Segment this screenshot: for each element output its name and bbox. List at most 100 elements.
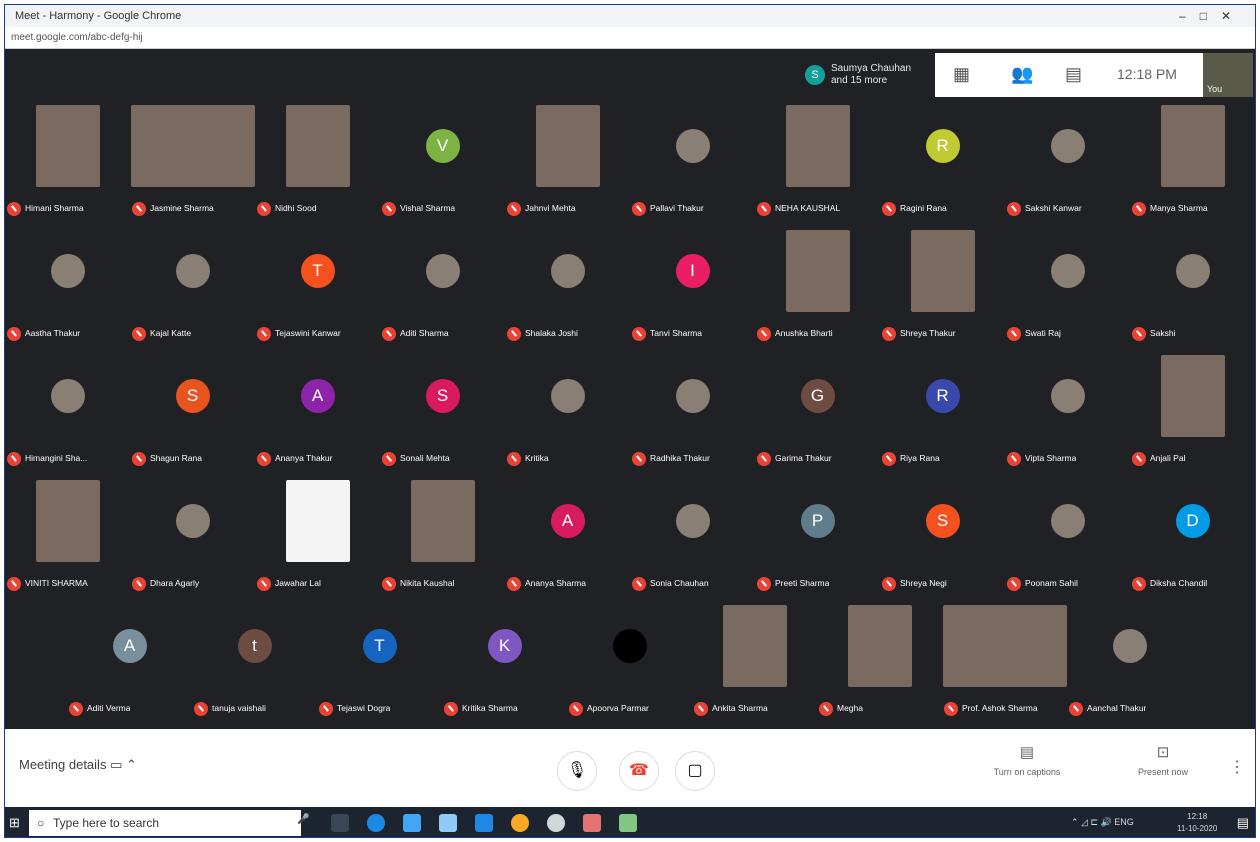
- task-view-icon[interactable]: [331, 814, 349, 832]
- taskbar-search[interactable]: ○ Type here to search: [29, 810, 301, 836]
- participant-tile[interactable]: t tanuja vaishali: [192, 601, 317, 726]
- participant-tile[interactable]: Prof. Ashok Sharma: [942, 601, 1067, 726]
- mail-icon[interactable]: [403, 814, 421, 832]
- participant-name-label: Garima Thakur: [775, 453, 832, 463]
- participant-tile[interactable]: Kajal Katte: [130, 226, 255, 351]
- participant-tile[interactable]: Nidhi Sood: [255, 101, 380, 226]
- mic-muted-icon: [882, 576, 896, 591]
- participant-tile[interactable]: Pallavi Thakur: [630, 101, 755, 226]
- windows-start-icon[interactable]: ⊞: [9, 815, 20, 831]
- microphone-button[interactable]: 🎙: [557, 751, 597, 791]
- participant-name: Tanvi Sharma: [632, 325, 702, 341]
- participant-tile[interactable]: Ankita Sharma: [692, 601, 817, 726]
- participant-tile[interactable]: Poonam Sahil: [1005, 476, 1130, 601]
- present-now-button[interactable]: ⊡ Present now: [1123, 743, 1203, 777]
- participant-tile[interactable]: Anjali Pal: [1130, 351, 1255, 476]
- participant-name: Riya Rana: [882, 450, 940, 466]
- grid-layout-icon[interactable]: ▦: [953, 64, 970, 85]
- participant-tile[interactable]: Shalaka Joshi: [505, 226, 630, 351]
- participant-tile[interactable]: Aditi Sharma: [380, 226, 505, 351]
- participant-tile[interactable]: Apoorva Parmar: [567, 601, 692, 726]
- clock-date: 11-10-2020: [1177, 824, 1218, 833]
- edge-browser-icon[interactable]: [367, 814, 385, 832]
- address-bar[interactable]: meet.google.com/abc-defg-hij: [5, 27, 1255, 49]
- camera-button[interactable]: ▢: [675, 751, 715, 791]
- meeting-details-button[interactable]: Meeting details ▭ ⌃: [19, 757, 137, 773]
- system-tray[interactable]: ⌃ ◿ ⊏ 🔊 ENG: [1071, 817, 1134, 828]
- leave-call-button[interactable]: ☎: [619, 751, 659, 791]
- participant-name-label: Apoorva Parmar: [587, 703, 649, 713]
- participant-tile[interactable]: Sakshi Kanwar: [1005, 101, 1130, 226]
- participant-tile[interactable]: Megha: [817, 601, 942, 726]
- participant-tile[interactable]: S Shreya Negi: [880, 476, 1005, 601]
- participant-tile[interactable]: Radhika Thakur: [630, 351, 755, 476]
- participant-name: Jahnvi Mehta: [507, 200, 576, 216]
- participant-tile[interactable]: Jasmine Sharma: [130, 101, 255, 226]
- participant-tile[interactable]: G Garima Thakur: [755, 351, 880, 476]
- participant-tile[interactable]: D Diksha Chandil: [1130, 476, 1255, 601]
- participants-summary[interactable]: S Saumya Chauhan and 15 more: [801, 57, 931, 93]
- notification-icon[interactable]: ▤: [1237, 815, 1249, 831]
- mic-muted-icon: [1132, 451, 1146, 466]
- participant-video: [942, 605, 1067, 687]
- participant-tile[interactable]: Kritika: [505, 351, 630, 476]
- participant-tile[interactable]: Sakshi: [1130, 226, 1255, 351]
- participant-tile[interactable]: VINITI SHARMA: [5, 476, 130, 601]
- participant-tile[interactable]: K Kritika Sharma: [442, 601, 567, 726]
- participant-avatar: P: [800, 504, 835, 538]
- feather-app-icon[interactable]: [619, 814, 637, 832]
- participant-video: [35, 480, 100, 562]
- participant-avatar: A: [112, 629, 147, 663]
- participant-tile[interactable]: Jahnvi Mehta: [505, 101, 630, 226]
- participant-name-label: Tejaswi Dogra: [337, 703, 391, 713]
- chat-icon[interactable]: ▤: [1065, 64, 1082, 85]
- participant-tile[interactable]: R Riya Rana: [880, 351, 1005, 476]
- participant-video: [285, 105, 350, 187]
- participant-tile[interactable]: Vipta Sharma: [1005, 351, 1130, 476]
- mic-muted-icon: [757, 326, 771, 341]
- participant-photo: [1050, 254, 1085, 288]
- participant-tile[interactable]: T Tejaswini Kanwar: [255, 226, 380, 351]
- participant-name-label: Tejaswini Kanwar: [275, 328, 341, 338]
- participant-tile[interactable]: Shreya Thakur: [880, 226, 1005, 351]
- chrome-icon[interactable]: [511, 814, 529, 832]
- participant-tile[interactable]: Manya Sharma: [1130, 101, 1255, 226]
- participant-tile[interactable]: V Vishal Sharma: [380, 101, 505, 226]
- participant-name: Aditi Sharma: [382, 325, 449, 341]
- participant-tile[interactable]: Jawahar Lal: [255, 476, 380, 601]
- participant-tile[interactable]: Sonia Chauhan: [630, 476, 755, 601]
- participant-tile[interactable]: T Tejaswi Dogra: [317, 601, 442, 726]
- captions-button[interactable]: ▤ Turn on captions: [987, 743, 1067, 777]
- participant-tile[interactable]: Aastha Thakur: [5, 226, 130, 351]
- participant-tile[interactable]: Himangini Sha...: [5, 351, 130, 476]
- microphone-icon[interactable]: 🎤: [297, 814, 309, 832]
- app-icon[interactable]: [583, 814, 601, 832]
- more-options-icon[interactable]: ⋮: [1229, 757, 1245, 777]
- participant-tile[interactable]: Anushka Bharti: [755, 226, 880, 351]
- people-icon[interactable]: 👥: [1011, 64, 1033, 85]
- participant-tile[interactable]: Dhara Agarly: [130, 476, 255, 601]
- settings-icon[interactable]: [547, 814, 565, 832]
- participant-tile[interactable]: Himani Sharma: [5, 101, 130, 226]
- participant-tile[interactable]: Aanchal Thakur: [1067, 601, 1192, 726]
- participant-tile[interactable]: Nikita Kaushal: [380, 476, 505, 601]
- file-explorer-icon[interactable]: [475, 814, 493, 832]
- self-view-tile[interactable]: You: [1203, 53, 1253, 97]
- participant-tile[interactable]: A Aditi Verma: [67, 601, 192, 726]
- participant-tile[interactable]: P Preeti Sharma: [755, 476, 880, 601]
- participant-tile[interactable]: S Shagun Rana: [130, 351, 255, 476]
- participant-name: Himangini Sha...: [7, 450, 87, 466]
- participant-tile[interactable]: A Ananya Sharma: [505, 476, 630, 601]
- participant-tile[interactable]: I Tanvi Sharma: [630, 226, 755, 351]
- participant-tile[interactable]: S Sonali Mehta: [380, 351, 505, 476]
- participant-tile[interactable]: Swati Raj: [1005, 226, 1130, 351]
- participant-name-label: Anjali Pal: [1150, 453, 1186, 463]
- taskbar-clock[interactable]: 12:18 11-10-2020: [1177, 811, 1217, 835]
- store-icon[interactable]: [439, 814, 457, 832]
- participant-tile[interactable]: A Ananya Thakur: [255, 351, 380, 476]
- window-controls[interactable]: –□✕: [1179, 5, 1245, 27]
- participant-name: Shagun Rana: [132, 450, 202, 466]
- participant-name: Radhika Thakur: [632, 450, 710, 466]
- participant-tile[interactable]: R Ragini Rana: [880, 101, 1005, 226]
- participant-tile[interactable]: NEHA KAUSHAL: [755, 101, 880, 226]
